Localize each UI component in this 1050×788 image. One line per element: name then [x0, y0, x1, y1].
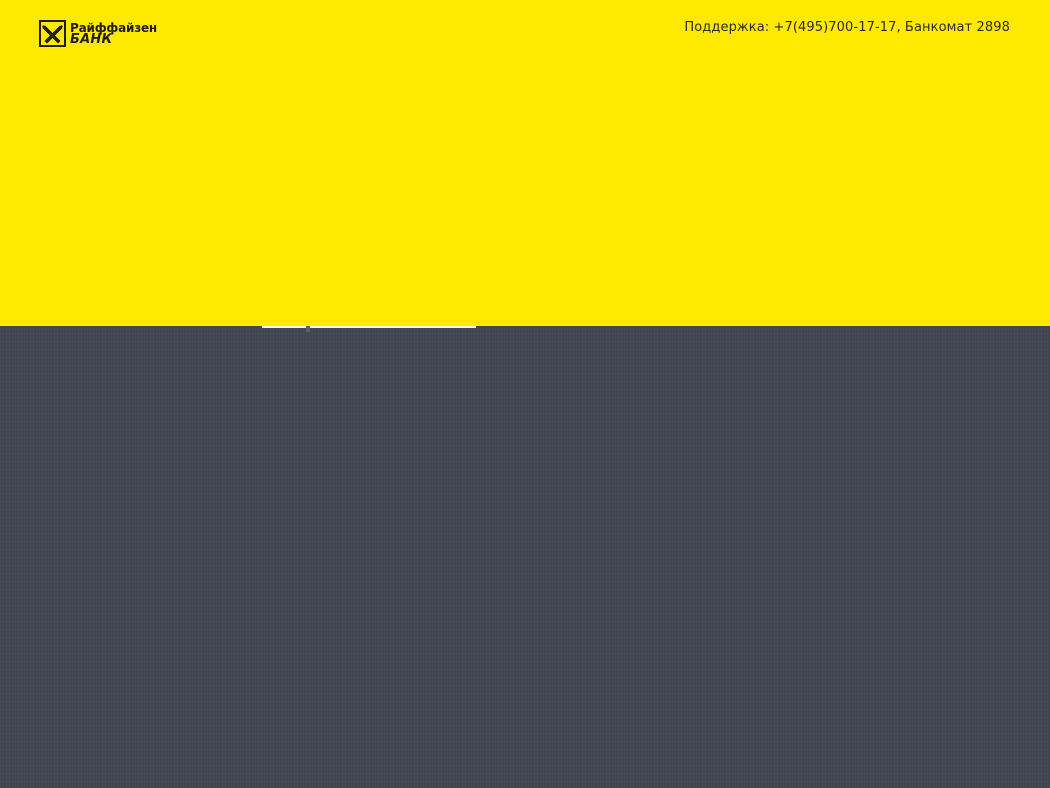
raiffeisen-gable-cross-icon [39, 20, 66, 47]
bank-logo: Райффайзен БАНК [39, 20, 157, 47]
loading-strip [262, 326, 476, 328]
loading-strip-mark [306, 326, 310, 332]
support-info: Поддержка: +7(495)700-17-17, Банкомат 28… [684, 20, 1010, 35]
bank-logo-subtitle: БАНК [70, 31, 113, 47]
main-content-area [0, 326, 1050, 788]
bank-logo-text: Райффайзен БАНК [70, 22, 157, 46]
header-bar: Райффайзен БАНК Поддержка: +7(495)700-17… [0, 0, 1050, 326]
atm-screen: Райффайзен БАНК Поддержка: +7(495)700-17… [0, 0, 1050, 788]
